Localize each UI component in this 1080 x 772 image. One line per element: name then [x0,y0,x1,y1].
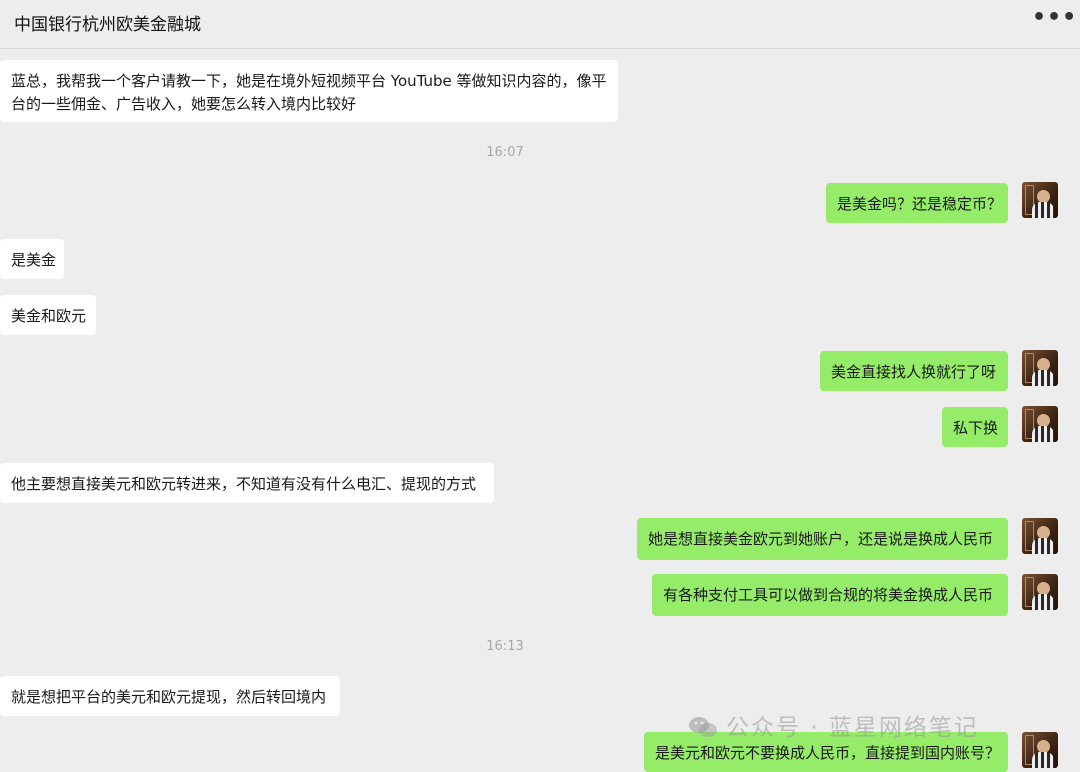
outgoing-message-bubble[interactable]: 有各种支付工具可以做到合规的将美金换成人民币 [652,574,1008,616]
incoming-message-bubble[interactable]: 美金和欧元 [0,295,96,335]
avatar[interactable] [1022,182,1058,218]
more-options-button[interactable]: ••• [1032,7,1076,32]
incoming-message-bubble[interactable]: 是美金 [0,239,64,279]
outgoing-message-bubble[interactable]: 她是想直接美金欧元到她账户，还是说是换成人民币 [637,518,1008,560]
more-icon: ••• [1032,5,1078,30]
chat-title: 中国银行杭州欧美金融城 [14,15,201,35]
avatar[interactable] [1022,732,1058,768]
chat-header: 中国银行杭州欧美金融城 ••• [0,0,1080,49]
avatar[interactable] [1022,518,1058,554]
avatar[interactable] [1022,574,1058,610]
watermark-text: 公众号 · 蓝星网络笔记 [726,715,979,741]
incoming-message-bubble[interactable]: 蓝总，我帮我一个客户请教一下，她是在境外短视频平台 YouTube 等做知识内容… [0,60,618,122]
watermark: 公众号 · 蓝星网络笔记 [688,708,979,742]
timestamp: 16:07 [486,145,524,160]
timestamp: 16:13 [486,639,524,654]
outgoing-message-bubble[interactable]: 是美金吗？还是稳定币？ [826,183,1008,223]
incoming-message-bubble[interactable]: 他主要想直接美元和欧元转进来，不知道有没有什么电汇、提现的方式 [0,463,494,503]
outgoing-message-bubble[interactable]: 私下换 [942,407,1008,447]
outgoing-message-bubble[interactable]: 美金直接找人换就行了呀 [820,351,1008,391]
wechat-icon [688,715,718,739]
avatar[interactable] [1022,350,1058,386]
avatar[interactable] [1022,406,1058,442]
incoming-message-bubble[interactable]: 就是想把平台的美元和欧元提现，然后转回境内 [0,676,340,716]
